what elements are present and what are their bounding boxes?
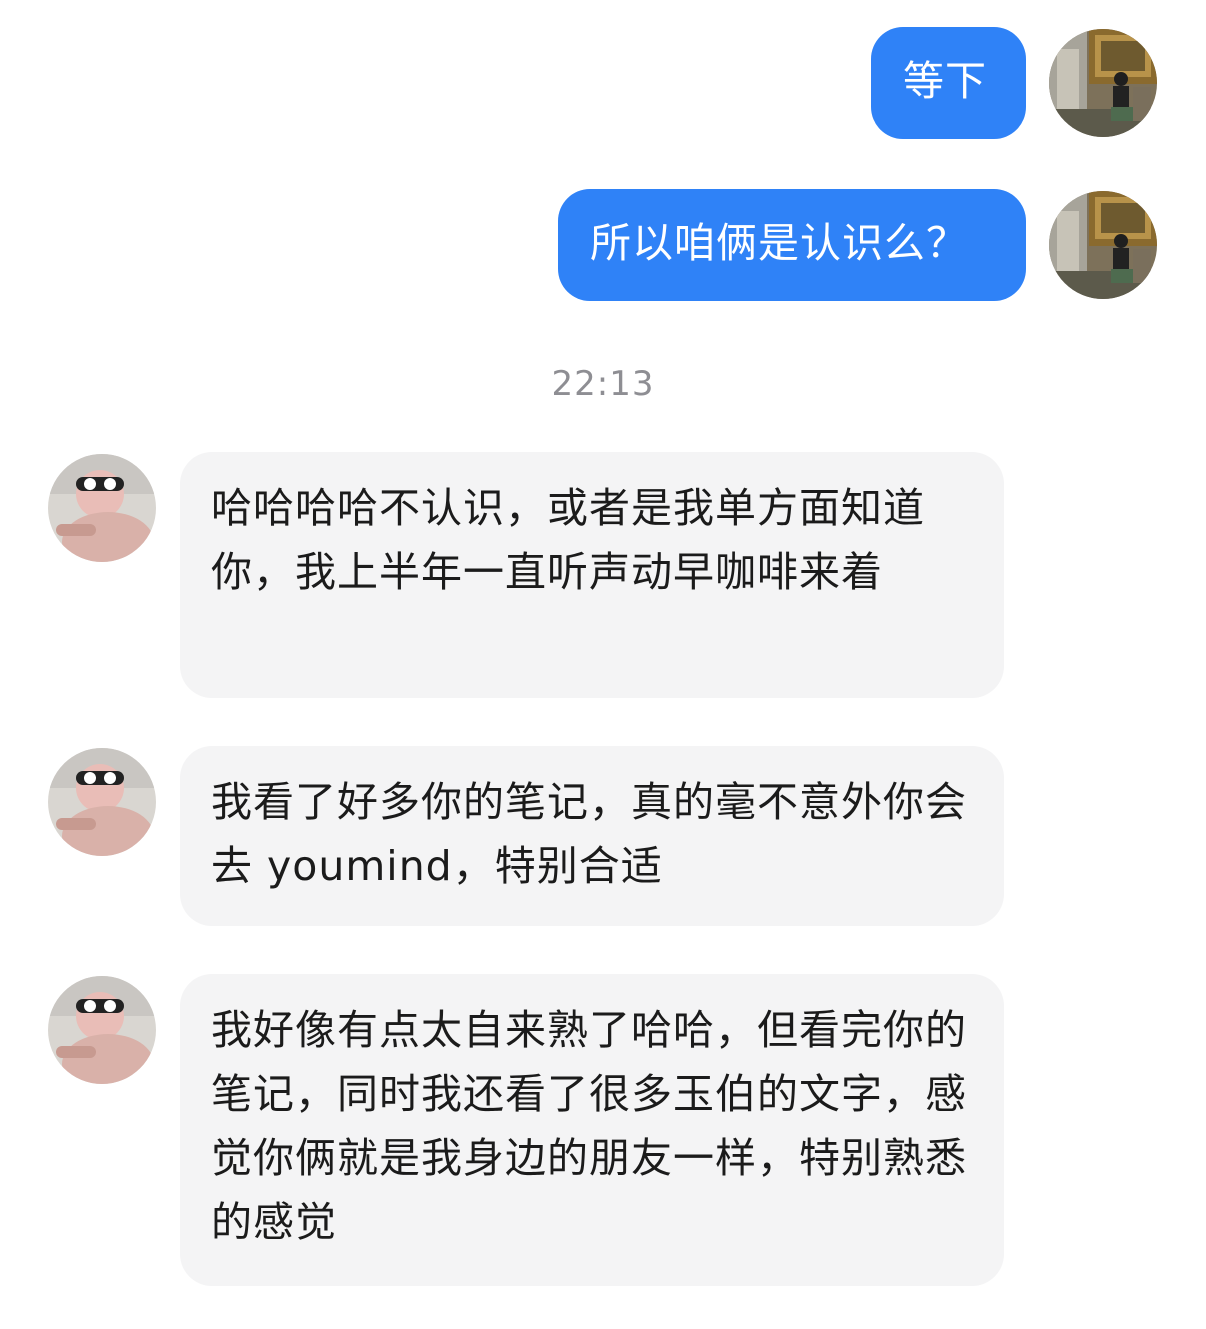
self-avatar-photo-icon [1049,191,1157,299]
self-avatar[interactable] [1049,29,1157,137]
outgoing-message-bubble[interactable]: 等下 [871,27,1026,139]
friend-avatar-photo-icon [48,976,156,1084]
incoming-message-bubble[interactable]: 我看了好多你的笔记，真的毫不意外你会去 youmind，特别合适 [180,746,1004,926]
message-text: 我好像有点太自来熟了哈哈，但看完你的笔记，同时我还看了很多玉伯的文字，感觉你俩就… [211,1006,967,1246]
message-text: 等下 [903,57,987,105]
self-avatar[interactable] [1049,191,1157,299]
incoming-message-bubble[interactable]: 我好像有点太自来熟了哈哈，但看完你的笔记，同时我还看了很多玉伯的文字，感觉你俩就… [180,974,1004,1286]
friend-avatar[interactable] [48,976,156,1084]
message-text: 哈哈哈哈不认识，或者是我单方面知道你，我上半年一直听声动早咖啡来着 [211,484,925,596]
message-text: 所以咱俩是认识么？ [590,219,968,267]
self-avatar-photo-icon [1049,29,1157,137]
friend-avatar[interactable] [48,454,156,562]
friend-avatar-photo-icon [48,454,156,562]
friend-avatar[interactable] [48,748,156,856]
incoming-message-bubble[interactable]: 哈哈哈哈不认识，或者是我单方面知道你，我上半年一直听声动早咖啡来着 [180,452,1004,698]
message-timestamp: 22:13 [551,364,655,404]
friend-avatar-photo-icon [48,748,156,856]
outgoing-message-bubble[interactable]: 所以咱俩是认识么？ [558,189,1026,301]
message-text: 我看了好多你的笔记，真的毫不意外你会去 youmind，特别合适 [211,778,967,890]
